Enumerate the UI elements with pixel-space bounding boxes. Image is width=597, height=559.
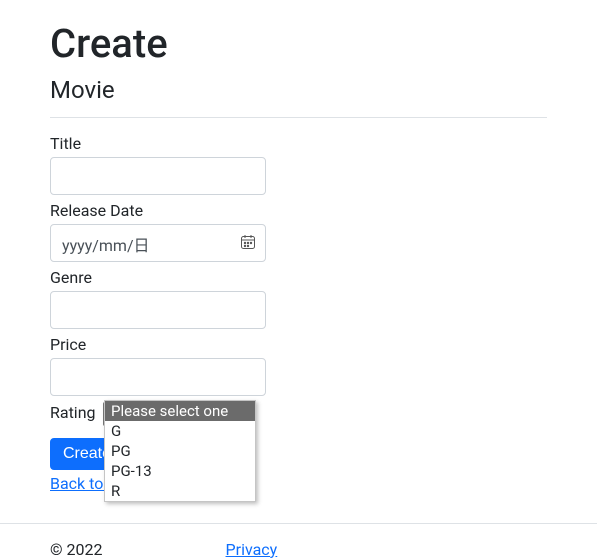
rating-option-pg[interactable]: PG — [105, 441, 255, 461]
page-title: Create — [50, 20, 547, 68]
copyright-text: © 2022 — [50, 540, 103, 559]
divider — [50, 117, 547, 118]
rating-option-g[interactable]: G — [105, 421, 255, 441]
page-subtitle: Movie — [50, 76, 547, 105]
release-date-label: Release Date — [50, 201, 547, 220]
rating-option-pg13[interactable]: PG-13 — [105, 461, 255, 481]
release-date-input[interactable] — [50, 224, 266, 262]
rating-label: Rating — [50, 403, 96, 422]
price-label: Price — [50, 335, 547, 354]
rating-dropdown-listbox[interactable]: Please select one G PG PG-13 R — [104, 400, 256, 502]
price-input[interactable] — [50, 358, 266, 396]
privacy-link[interactable]: Privacy — [226, 540, 278, 559]
genre-label: Genre — [50, 268, 547, 287]
rating-option-r[interactable]: R — [105, 481, 255, 501]
rating-option-placeholder[interactable]: Please select one — [105, 401, 255, 421]
title-input[interactable] — [50, 157, 266, 195]
footer: © 2022 Privacy — [0, 523, 597, 559]
genre-input[interactable] — [50, 291, 266, 329]
title-label: Title — [50, 134, 547, 153]
